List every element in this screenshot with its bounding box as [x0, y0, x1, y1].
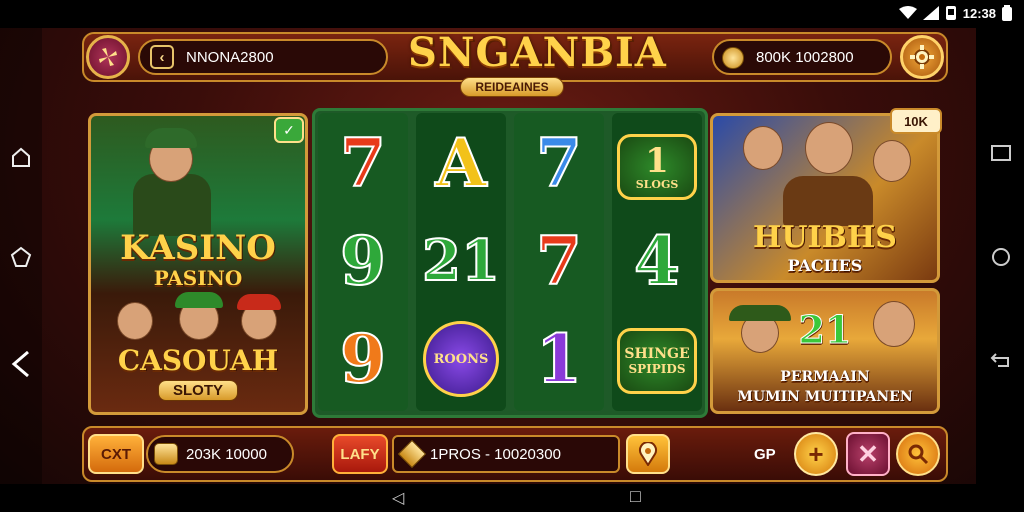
orb-symbol: ROONS	[423, 321, 499, 397]
reel-symbol[interactable]: 7	[318, 115, 408, 211]
search-button[interactable]	[896, 432, 940, 476]
reel-symbol[interactable]: 1	[514, 311, 604, 407]
gear-icon	[910, 45, 934, 69]
game-tile-permaain[interactable]: 21 PERMAAIN MUMIN MUITIPANEN	[710, 288, 940, 414]
wifi-icon	[898, 6, 917, 19]
reel-symbol[interactable]: 1 SLOGS	[612, 119, 702, 215]
symbol-text: 7	[535, 221, 583, 301]
lafy-button[interactable]: LAFY	[332, 434, 388, 474]
slogs-badge: 1 SLOGS	[617, 134, 697, 200]
close-button[interactable]: ✕	[846, 432, 890, 476]
shinge-badge: SHINGE SPIPIDS	[617, 328, 697, 394]
game-tile-kasino[interactable]: KASINO PASINO CASOUAH SLOTY	[88, 113, 308, 415]
symbol-text: 21	[421, 227, 501, 295]
status-bar: 12:38	[0, 0, 1024, 28]
logo-subtitle: REIDEAINES	[460, 77, 564, 97]
shape-icon[interactable]	[10, 246, 32, 268]
symbol-text: 9	[339, 319, 387, 399]
prize-field: 1PROS - 10020300	[392, 435, 620, 473]
signal-icon	[922, 6, 939, 20]
settings-button[interactable]	[900, 35, 944, 79]
character-head	[805, 122, 853, 174]
nav-back-icon[interactable]: ◁	[392, 488, 404, 508]
tile-banner-sub: SLOTY	[157, 380, 239, 401]
symbol-text: 1	[535, 319, 583, 399]
character-head	[743, 126, 783, 170]
reel-symbol[interactable]: 21	[416, 213, 506, 309]
symbol-text: 7	[535, 123, 583, 203]
reel-symbol[interactable]: 7	[514, 115, 604, 211]
symbol-text: 1	[645, 140, 669, 181]
jackpot-badge: 10K	[890, 108, 942, 134]
balance-field: 203K 10000	[146, 435, 294, 473]
symbol-text: 9	[339, 221, 387, 301]
home-circle-icon[interactable]	[990, 246, 1012, 268]
reel-symbol[interactable]: 9	[318, 213, 408, 309]
game-tile-huibhs[interactable]: HUIBHS PACIIES	[710, 113, 940, 283]
symbol-text: ROONS	[433, 351, 489, 367]
android-bottom-nav: ◁ □	[0, 484, 1024, 512]
clock: 12:38	[962, 5, 996, 21]
reel-4: 1 SLOGS 4 SHINGE SPIPIDS	[612, 113, 702, 411]
coin-icon	[722, 47, 744, 69]
reel-symbol[interactable]: 9	[318, 311, 408, 407]
reel-symbol[interactable]: 4	[612, 213, 702, 309]
reel-symbol[interactable]: 7	[514, 213, 604, 309]
symbol-text: SHINGE	[624, 346, 690, 362]
reel-symbol[interactable]: ROONS	[416, 311, 506, 407]
cxt-button[interactable]: CXT	[88, 434, 144, 474]
search-icon	[908, 444, 929, 465]
location-button[interactable]	[626, 434, 670, 474]
tile-number: 21	[798, 307, 852, 353]
character-head	[117, 302, 153, 340]
tile-banner-title: CASOUAH	[117, 344, 279, 377]
tile-title-huibhs: HUIBHS	[753, 220, 897, 255]
gp-label: GP	[754, 446, 776, 463]
check-icon: ✓	[283, 121, 295, 138]
battery-icon	[1002, 5, 1012, 21]
add-button[interactable]: +	[794, 432, 838, 476]
logo-title: SNGANBIA	[408, 29, 667, 76]
diamond-icon	[397, 439, 427, 469]
nav-recents-icon[interactable]: □	[630, 486, 641, 507]
menu-button[interactable]	[86, 35, 130, 79]
player-name-field[interactable]: ‹ NNONA2800	[138, 39, 388, 75]
symbol-text: 4	[633, 221, 681, 301]
notification-icon	[945, 6, 956, 20]
tile-subtitle-pasino: PASINO	[153, 266, 243, 290]
tile-line-1: PERMAAIN	[780, 369, 870, 385]
favorite-badge[interactable]: ✓	[274, 117, 304, 143]
tile-subtitle-paciies: PACIIES	[787, 256, 863, 275]
character-head	[873, 140, 911, 182]
back-arrow-icon[interactable]	[10, 350, 32, 378]
balance-value: 203K 10000	[186, 445, 267, 463]
symbol-text: 7	[339, 123, 387, 203]
android-side-nav	[976, 28, 1024, 484]
symbol-subtext: SPIPIDS	[628, 362, 686, 376]
left-side-bar	[0, 28, 42, 484]
house-icon[interactable]	[10, 146, 32, 168]
reel-2: A 21 ROONS	[416, 113, 506, 411]
gold-ingot-icon	[154, 443, 178, 465]
game-screen: 12:38 ‹ NNONA2800 SNGANBIA REIDEAINES 80…	[0, 0, 1024, 512]
reel-1: 7 9 9	[318, 113, 408, 411]
tile-title-kasino: KASINO	[120, 228, 276, 268]
tile-line-2: MUMIN MUITIPANEN	[737, 389, 913, 405]
symbol-subtext: SLOGS	[635, 177, 679, 191]
prize-value: 1PROS - 10020300	[430, 445, 561, 463]
player-name: NNONA2800	[186, 48, 274, 66]
character-figure	[127, 126, 217, 236]
symbol-text: A	[434, 123, 487, 203]
reel-symbol[interactable]: SHINGE SPIPIDS	[612, 313, 702, 409]
chevron-left-icon[interactable]: ‹	[150, 45, 174, 69]
reel-symbol[interactable]: A	[416, 115, 506, 211]
reel-3: 7 7 1	[514, 113, 604, 411]
game-logo: SNGANBIA REIDEAINES	[408, 28, 667, 102]
fan-icon	[99, 48, 117, 66]
map-pin-icon	[639, 442, 657, 466]
coin-balance-field[interactable]: 800K 1002800	[712, 39, 892, 75]
recents-icon[interactable]	[990, 144, 1012, 162]
return-icon[interactable]	[990, 350, 1012, 370]
coin-balance: 800K 1002800	[756, 48, 854, 66]
